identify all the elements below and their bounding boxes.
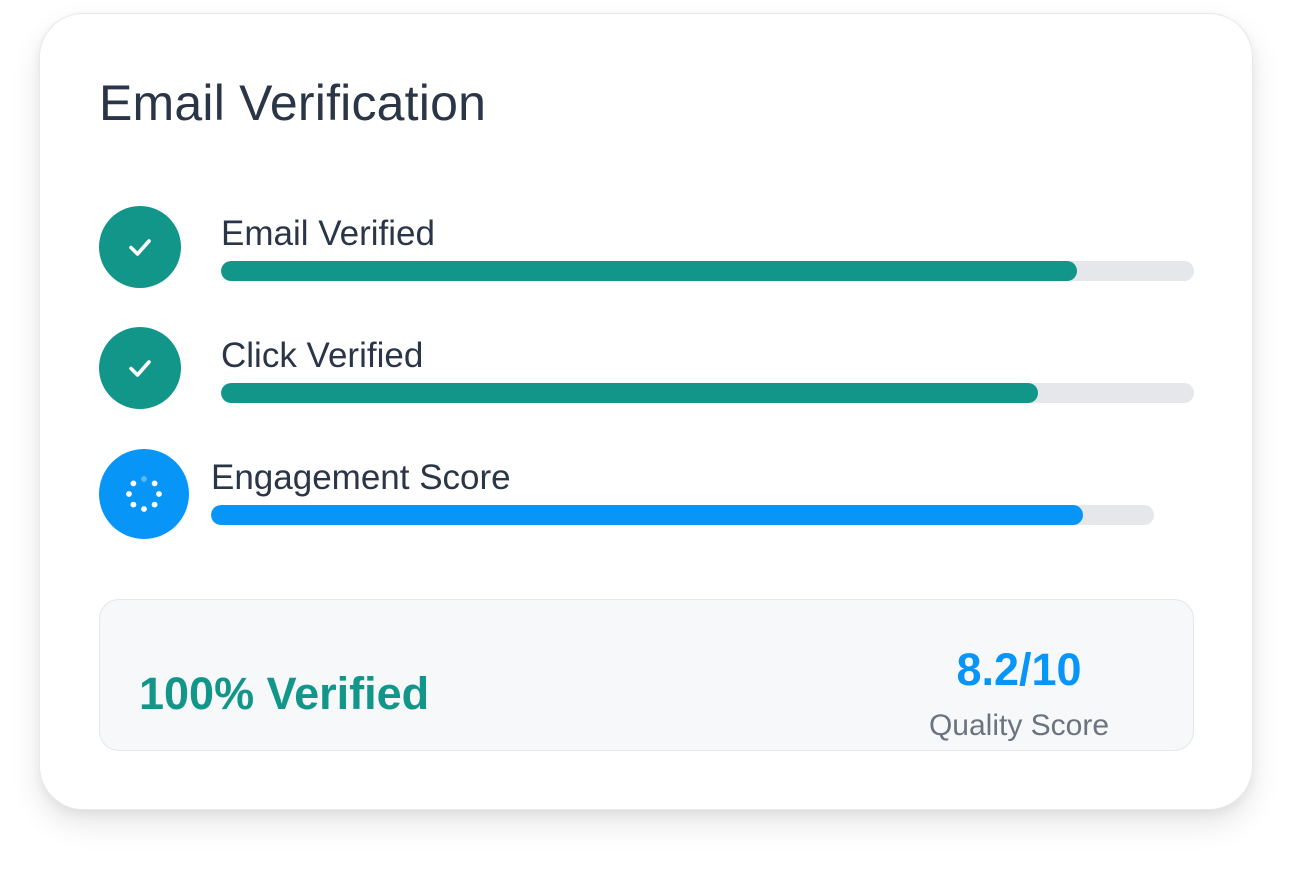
email-verified-progress-bar (221, 261, 1194, 281)
verification-summary-panel: 100% Verified 8.2/10 Quality Score (99, 599, 1194, 751)
email-verification-card: Email Verification Email Verified Click … (39, 13, 1253, 810)
quality-score-label: Quality Score (928, 709, 1110, 742)
email-verified-progress-fill (221, 261, 1078, 281)
click-verified-label: Click Verified (221, 336, 424, 375)
engagement-score-status-icon (99, 449, 189, 539)
verified-percentage-text: 100% Verified (139, 668, 430, 719)
click-verified-progress-fill (221, 383, 1039, 403)
email-verified-label: Email Verified (221, 214, 435, 253)
card-title: Email Verification (99, 75, 487, 131)
engagement-score-label: Engagement Score (211, 458, 511, 497)
quality-score-value: 8.2/10 (956, 644, 1082, 695)
email-verified-status-icon (99, 206, 181, 288)
engagement-score-progress-bar (211, 505, 1154, 525)
click-verified-progress-bar (221, 383, 1194, 403)
click-verified-status-icon (99, 327, 181, 409)
check-icon (129, 239, 151, 256)
check-icon (129, 360, 151, 377)
loading-spinner-icon (126, 476, 162, 512)
engagement-score-progress-fill (211, 505, 1084, 525)
